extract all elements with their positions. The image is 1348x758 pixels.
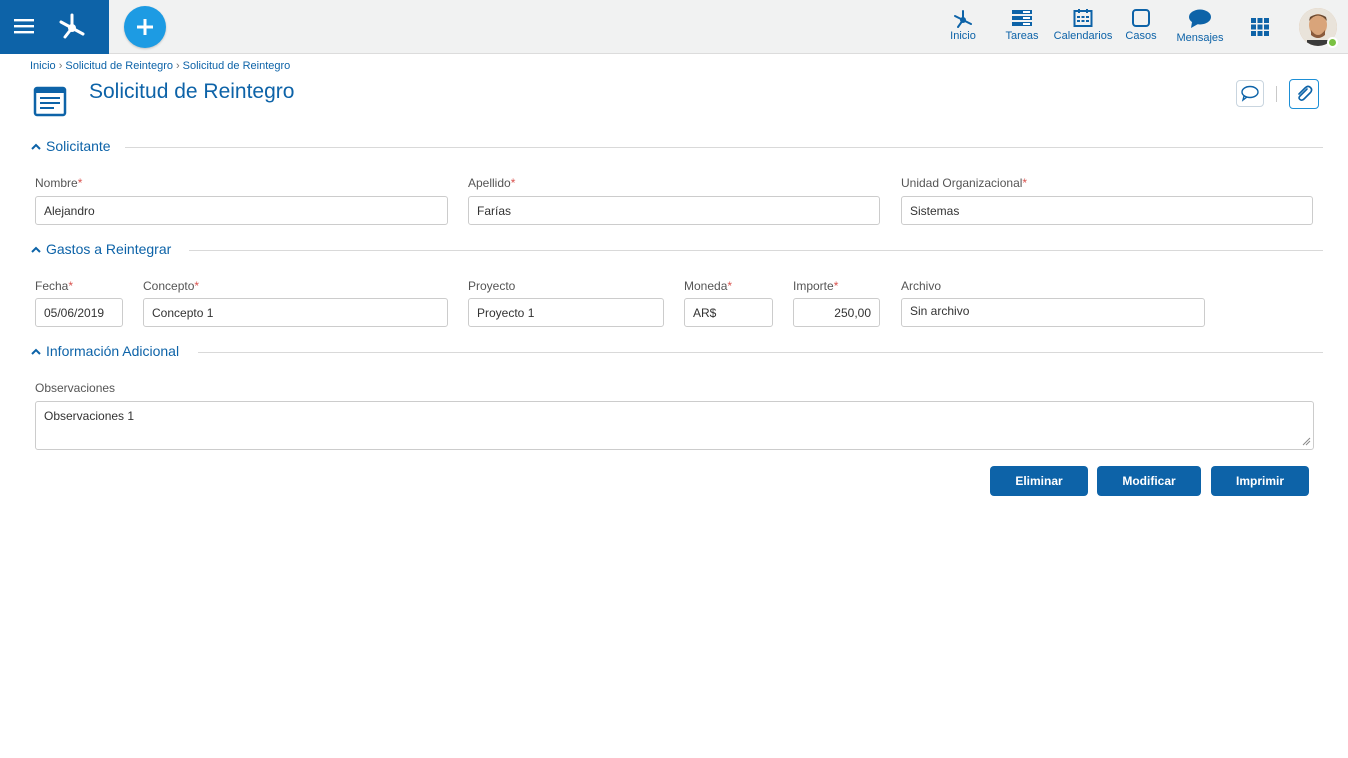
chat-icon <box>1189 9 1211 28</box>
comment-icon <box>1241 85 1259 102</box>
calendar-icon <box>1073 9 1093 27</box>
attach-button[interactable] <box>1289 79 1319 109</box>
archivo-field[interactable]: Sin archivo <box>901 298 1205 327</box>
section-info-toggle[interactable]: Información Adicional <box>31 343 179 363</box>
nav-tareas[interactable]: Tareas <box>1003 0 1041 54</box>
nav-mensajes[interactable]: Mensajes <box>1175 0 1225 54</box>
observaciones-textarea[interactable]: Observaciones 1 <box>35 401 1314 450</box>
menu-icon[interactable] <box>14 16 34 36</box>
section-divider <box>189 250 1323 251</box>
concepto-label: Concepto* <box>143 279 200 293</box>
archivo-label: Archivo <box>901 279 942 293</box>
section-divider <box>198 352 1323 353</box>
top-bar: Inicio Tareas Calendarios Casos Mensajes <box>0 0 1348 54</box>
nav-tareas-label: Tareas <box>1005 30 1039 42</box>
proyecto-input[interactable] <box>468 298 664 327</box>
cases-icon <box>1132 9 1150 27</box>
logo-icon[interactable] <box>56 10 88 42</box>
page-title: Solicitud de Reintegro <box>89 80 295 103</box>
imprimir-button[interactable]: Imprimir <box>1211 466 1309 496</box>
section-info-title: Información Adicional <box>46 343 180 359</box>
nav-casos[interactable]: Casos <box>1124 0 1158 54</box>
resize-grip-icon[interactable] <box>1301 436 1311 446</box>
section-solicitante-title: Solicitante <box>46 138 111 154</box>
observaciones-label: Observaciones <box>35 381 116 395</box>
moneda-input[interactable] <box>684 298 773 327</box>
comment-button[interactable] <box>1236 80 1264 107</box>
home-network-icon <box>954 10 972 28</box>
plus-icon <box>137 19 153 35</box>
chevron-up-icon <box>31 343 43 359</box>
section-solicitante-toggle[interactable]: Solicitante <box>31 138 111 158</box>
nav-casos-label: Casos <box>1125 30 1157 42</box>
eliminar-button[interactable]: Eliminar <box>990 466 1088 496</box>
unidad-label: Unidad Organizacional* <box>901 176 1028 190</box>
breadcrumb-item[interactable]: Inicio <box>30 60 56 72</box>
importe-input[interactable] <box>793 298 880 327</box>
proyecto-label: Proyecto <box>468 279 516 293</box>
concepto-input[interactable] <box>143 298 448 327</box>
moneda-label: Moneda* <box>684 279 733 293</box>
section-gastos-toggle[interactable]: Gastos a Reintegrar <box>31 241 171 261</box>
breadcrumb-separator-icon: › <box>175 60 180 72</box>
breadcrumb-separator-icon: › <box>58 60 63 72</box>
nav-inicio-label: Inicio <box>950 30 976 42</box>
modificar-button[interactable]: Modificar <box>1097 466 1201 496</box>
apps-grid-icon[interactable] <box>1250 17 1270 37</box>
brand-area <box>0 0 109 54</box>
unidad-input[interactable] <box>901 196 1313 225</box>
toolbar-divider <box>1276 86 1277 102</box>
form-document-icon <box>33 86 67 117</box>
chevron-up-icon <box>31 138 43 154</box>
paperclip-icon <box>1298 85 1313 101</box>
breadcrumb-item[interactable]: Solicitud de Reintegro <box>65 60 173 72</box>
nav-calendarios-label: Calendarios <box>1053 30 1113 42</box>
nombre-input[interactable] <box>35 196 448 225</box>
importe-label: Importe* <box>793 279 839 293</box>
add-button[interactable] <box>124 6 166 48</box>
chevron-up-icon <box>31 241 43 257</box>
fecha-label: Fecha* <box>35 279 74 293</box>
section-gastos-title: Gastos a Reintegrar <box>46 241 172 257</box>
section-divider <box>125 147 1323 148</box>
breadcrumb-item[interactable]: Solicitud de Reintegro <box>183 60 291 72</box>
apellido-label: Apellido* <box>468 176 516 190</box>
apellido-input[interactable] <box>468 196 880 225</box>
fecha-input[interactable] <box>35 298 123 327</box>
nav-mensajes-label: Mensajes <box>1176 32 1224 44</box>
breadcrumb: Inicio › Solicitud de Reintegro › Solicitud … <box>30 60 290 72</box>
nav-calendarios[interactable]: Calendarios <box>1053 0 1113 54</box>
nombre-label: Nombre* <box>35 176 83 190</box>
nav-inicio[interactable]: Inicio <box>946 0 980 54</box>
online-status-badge <box>1327 37 1338 48</box>
tasks-icon <box>1012 10 1032 26</box>
